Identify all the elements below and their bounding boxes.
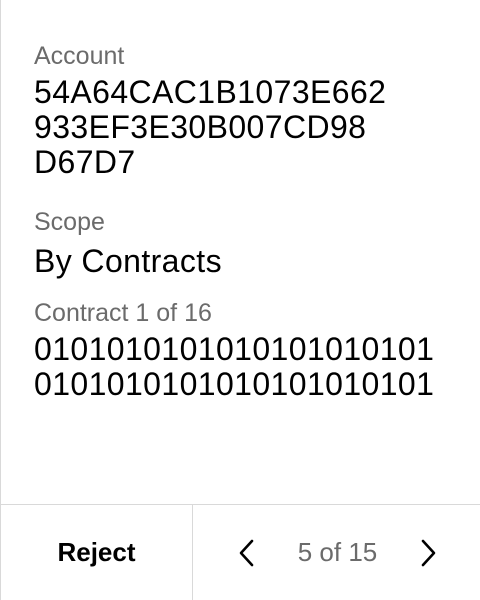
account-value-line: D67D7	[34, 144, 136, 180]
review-content: Account 54A64CAC1B1073E662 933EF3E30B007…	[34, 40, 460, 426]
next-page-button[interactable]	[414, 533, 444, 573]
review-screen: Account 54A64CAC1B1073E662 933EF3E30B007…	[0, 0, 480, 600]
contract-value-line: 0101010101010101010101	[34, 366, 435, 402]
page-indicator: 5 of 15	[297, 537, 378, 567]
account-label: Account	[34, 42, 125, 70]
reject-button[interactable]: Reject	[1, 505, 193, 600]
account-value-line: 933EF3E30B007CD98	[34, 109, 367, 145]
scope-label: Scope	[34, 208, 105, 236]
scope-field: Scope By Contracts	[34, 206, 460, 279]
action-bar: Reject 5 of 15	[1, 504, 480, 600]
account-value: 54A64CAC1B1073E662 933EF3E30B007CD98 D67…	[34, 75, 460, 180]
chevron-right-icon	[421, 539, 436, 566]
contract-value-line: 0101010101010101010101	[34, 331, 435, 367]
previous-page-button[interactable]	[231, 533, 261, 573]
contract-label: Contract 1 of 16	[34, 299, 212, 327]
account-value-line: 54A64CAC1B1073E662	[34, 74, 387, 110]
chevron-left-icon	[239, 539, 254, 566]
pagination: 5 of 15	[193, 505, 480, 600]
contract-field: Contract 1 of 16 0101010101010101010101 …	[34, 297, 460, 402]
contract-value: 0101010101010101010101 01010101010101010…	[34, 332, 460, 402]
account-field: Account 54A64CAC1B1073E662 933EF3E30B007…	[34, 40, 460, 180]
scope-value: By Contracts	[34, 243, 222, 279]
